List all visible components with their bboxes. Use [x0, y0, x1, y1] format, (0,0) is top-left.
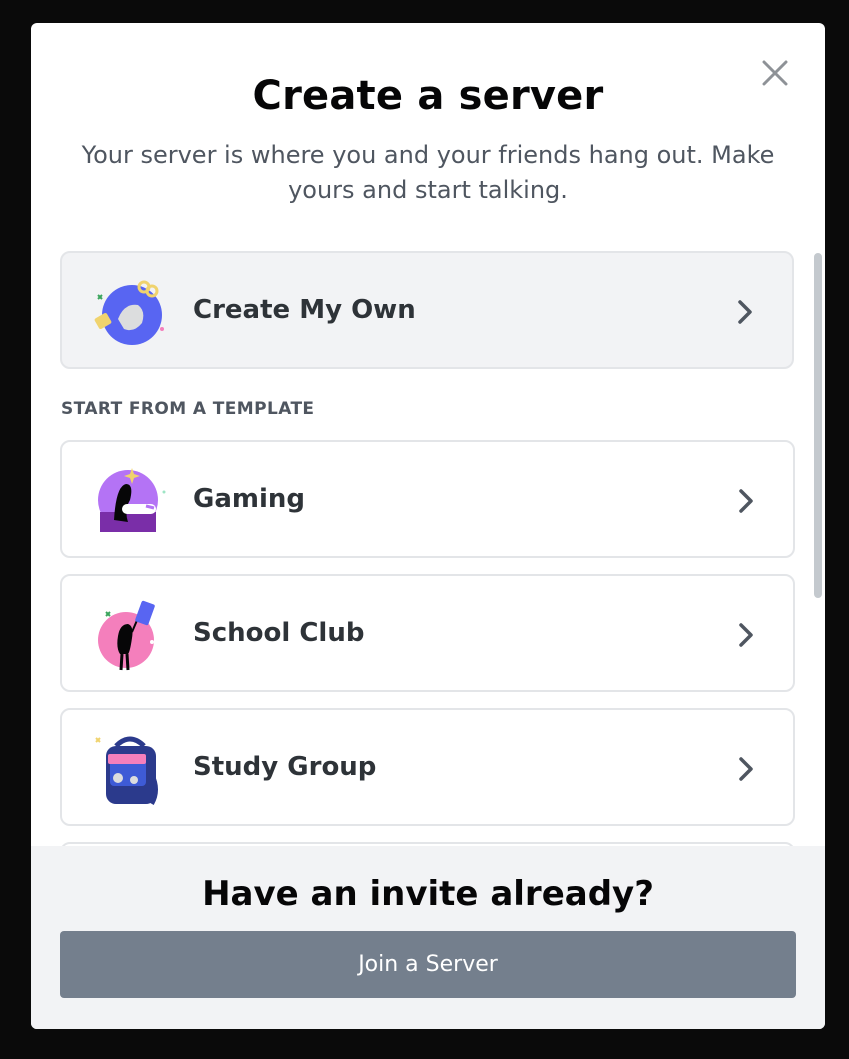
template-label: Study Group: [193, 752, 377, 782]
options-list[interactable]: Create My Own START FROM A TEMPLATE Gami…: [31, 248, 825, 846]
template-label: School Club: [193, 618, 365, 648]
modal-footer: Have an invite already? Join a Server: [31, 846, 825, 1029]
scrollbar-thumb[interactable]: [814, 253, 822, 598]
template-school-club-option[interactable]: School Club: [60, 574, 795, 692]
join-server-button[interactable]: Join a Server: [60, 931, 796, 998]
template-label: Gaming: [193, 484, 306, 514]
modal-subtitle: Your server is where you and your friend…: [81, 141, 775, 204]
template-section-label: START FROM A TEMPLATE: [61, 399, 315, 419]
study-group-illustration-icon: [95, 736, 158, 805]
create-server-modal: Create a server Your server is where you…: [31, 23, 825, 1029]
chevron-right-icon: [739, 757, 753, 781]
template-gaming-option[interactable]: Gaming: [60, 440, 795, 558]
school-club-illustration-icon: [98, 600, 155, 671]
create-own-illustration-icon: [94, 280, 164, 345]
chevron-right-icon: [739, 489, 753, 513]
create-my-own-option[interactable]: Create My Own: [60, 251, 794, 369]
invite-heading: Have an invite already?: [202, 874, 654, 914]
create-my-own-label: Create My Own: [193, 295, 416, 325]
chevron-right-icon: [739, 623, 753, 647]
modal-title: Create a server: [252, 73, 604, 119]
template-study-group-option[interactable]: Study Group: [60, 708, 795, 826]
gaming-illustration-icon: [98, 468, 166, 532]
chevron-right-icon: [738, 300, 752, 324]
